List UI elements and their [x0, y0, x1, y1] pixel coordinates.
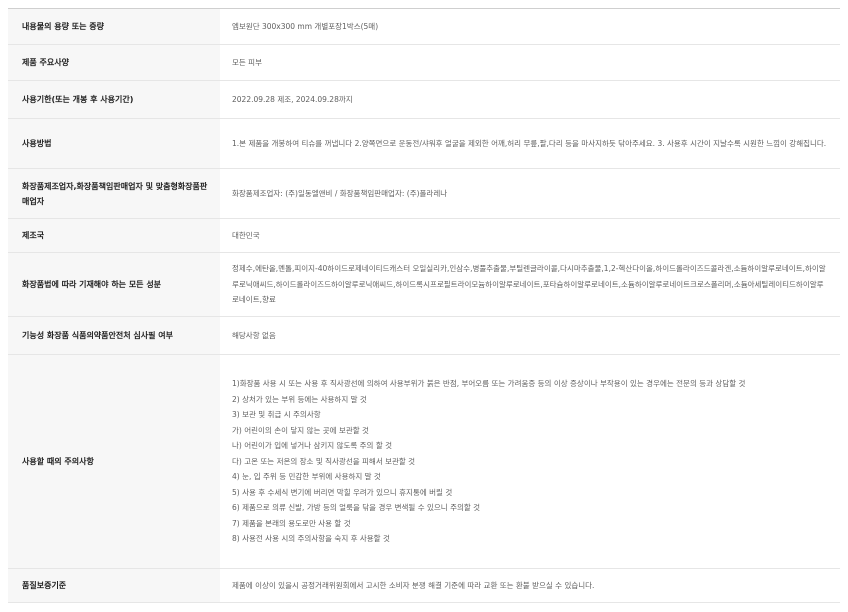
spec-label: 사용할 때의 주의사항 [8, 354, 220, 569]
spec-value: 1.본 제품을 개봉하여 티슈를 꺼냅니다 2.양쪽면으로 운동전/샤워후 얼굴… [220, 118, 840, 169]
precaution-line: 6) 제품으로 의류 신발, 가방 등의 얼룩을 닦을 경우 변색될 수 있으니… [232, 503, 481, 513]
product-spec-table: 내용물의 용량 또는 중량 엠보원단 300x300 mm 개별포장1박스(5매… [8, 8, 840, 603]
spec-row-quality-standard: 품질보증기준 제품에 이상이 있을시 공정거래위원회에서 고시한 소비자 분쟁 … [8, 568, 840, 603]
precaution-line: 7) 제품을 본래의 용도로만 사용 할 것 [232, 518, 351, 528]
precaution-line: 8) 사용전 사용 시의 주의사항을 숙지 후 사용할 것 [232, 534, 390, 544]
spec-value: 2022.09.28 제조, 2024.09.28까지 [220, 80, 840, 119]
precaution-line: 다) 고온 또는 저온의 장소 및 직사광선을 피해서 보관할 것 [232, 456, 416, 466]
precaution-line: 나) 어린이가 입에 넣거나 삼키지 않도록 주의 할 것 [232, 441, 392, 451]
spec-value: 대한민국 [220, 218, 840, 253]
spec-label: 기능성 화장품 식품의약품안전처 심사필 여부 [8, 316, 220, 355]
spec-label: 품질보증기준 [8, 568, 220, 603]
spec-row-functional-review: 기능성 화장품 식품의약품안전처 심사필 여부 해당사항 없음 [8, 316, 840, 355]
spec-label: 제품 주요사양 [8, 44, 220, 81]
spec-row-usage: 사용방법 1.본 제품을 개봉하여 티슈를 꺼냅니다 2.양쪽면으로 운동전/샤… [8, 118, 840, 169]
spec-row-expiry: 사용기한(또는 개봉 후 사용기간) 2022.09.28 제조, 2024.0… [8, 80, 840, 119]
spec-label: 사용방법 [8, 118, 220, 169]
spec-row-country: 제조국 대한민국 [8, 218, 840, 253]
precaution-line: 2) 상처가 있는 부위 등에는 사용하지 말 것 [232, 394, 367, 404]
spec-row-capacity: 내용물의 용량 또는 중량 엠보원단 300x300 mm 개별포장1박스(5매… [8, 8, 840, 45]
spec-label: 제조국 [8, 218, 220, 253]
precaution-line: 4) 눈, 입 주위 등 민감한 부위에 사용하지 말 것 [232, 472, 381, 482]
precaution-line: 1)화장품 사용 시 또는 사용 후 직사광선에 의하여 사용부위가 붉은 반점… [232, 379, 746, 389]
spec-value: 엠보원단 300x300 mm 개별포장1박스(5매) [220, 8, 840, 45]
spec-value: 모든 피부 [220, 44, 840, 81]
spec-label: 사용기한(또는 개봉 후 사용기간) [8, 80, 220, 119]
precaution-line: 5) 사용 후 수세식 변기에 버리면 막힐 우려가 있으니 휴지통에 버릴 것 [232, 487, 453, 497]
spec-value: 해당사항 없음 [220, 316, 840, 355]
spec-row-manufacturer: 화장품제조업자,화장품책임판매업자 및 맞춤형화장품판매업자 화장품제조업자: … [8, 168, 840, 219]
spec-value: 정제수,에탄올,멘톨,피이지-40하이드로제네이티드캐스터 오일실리카,인삼수,… [220, 252, 840, 317]
spec-row-main-spec: 제품 주요사양 모든 피부 [8, 44, 840, 81]
spec-label: 화장품제조업자,화장품책임판매업자 및 맞춤형화장품판매업자 [8, 168, 220, 219]
precaution-line: 3) 보관 및 취급 시 주의사항 [232, 410, 321, 420]
spec-row-ingredients: 화장품법에 따라 기재해야 하는 모든 성분 정제수,에탄올,멘톨,피이지-40… [8, 252, 840, 317]
product-info-page: 내용물의 용량 또는 중량 엠보원단 300x300 mm 개별포장1박스(5매… [0, 0, 848, 612]
spec-row-precautions: 사용할 때의 주의사항 1)화장품 사용 시 또는 사용 후 직사광선에 의하여… [8, 354, 840, 569]
spec-label: 화장품법에 따라 기재해야 하는 모든 성분 [8, 252, 220, 317]
spec-value-precautions: 1)화장품 사용 시 또는 사용 후 직사광선에 의하여 사용부위가 붉은 반점… [220, 354, 840, 569]
spec-value: 제품에 이상이 있을시 공정거래위원회에서 고시한 소비자 분쟁 해결 기준에 … [220, 568, 840, 603]
precaution-line: 가) 어린이의 손이 닿지 않는 곳에 보관할 것 [232, 425, 369, 435]
spec-label: 내용물의 용량 또는 중량 [8, 8, 220, 45]
spec-value: 화장품제조업자: (주)일동엘앤비 / 화장품책임판매업자: (주)폴라레나 [220, 168, 840, 219]
